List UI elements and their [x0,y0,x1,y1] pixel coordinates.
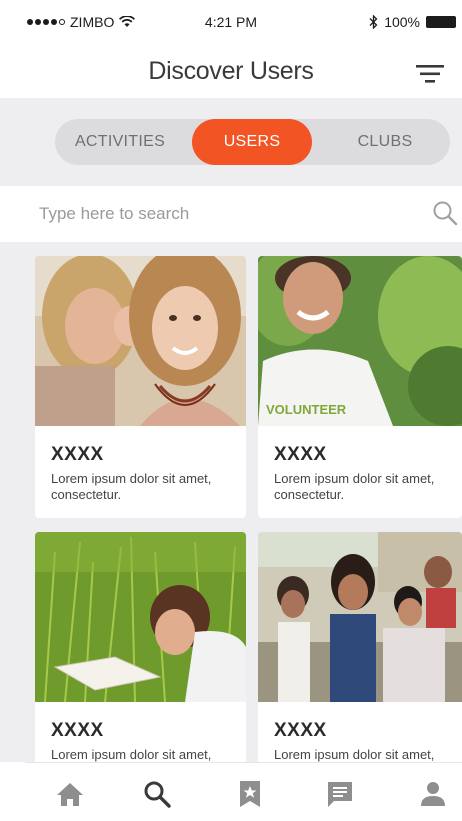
user-name: XXXX [274,720,327,741]
bluetooth-icon [369,15,378,29]
message-icon[interactable] [325,779,355,809]
user-description: Lorem ipsum dolor sit amet, consectetur. [274,471,435,502]
user-card[interactable]: VOLUNTEER XXXX Lorem ipsum dolor sit ame… [258,256,462,518]
filter-icon[interactable] [416,63,444,85]
battery-percent: 100% [384,14,420,30]
user-card[interactable]: XXXX Lorem ipsum dolor sit amet, consect… [35,256,246,518]
app-screen: ZIMBO 4:21 PM 100% Discover Users ACTIVI… [0,0,462,821]
nav-bar: Discover Users [0,44,462,99]
bottom-tab-bar [25,762,462,821]
segmented-control: ACTIVITIES USERS CLUBS [55,119,450,165]
badge-icon[interactable] [235,779,265,809]
search-icon[interactable] [432,200,458,226]
status-bar: ZIMBO 4:21 PM 100% [0,0,462,44]
user-card[interactable]: XXXX Lorem ipsum dolor sit amet, consect… [35,532,246,762]
home-icon[interactable] [55,779,85,809]
user-description: Lorem ipsum dolor sit amet, consectetur. [51,471,212,502]
user-name: XXXX [51,444,104,465]
user-photo [258,532,462,702]
user-photo [35,256,246,426]
segment-area: ACTIVITIES USERS CLUBS [0,98,462,186]
user-description: Lorem ipsum dolor sit amet, consectetur. [51,747,212,762]
search-input[interactable] [39,200,419,228]
users-grid: XXXX Lorem ipsum dolor sit amet, consect… [0,242,462,762]
search-tab-icon[interactable] [142,779,172,809]
page-title: Discover Users [148,57,314,85]
user-card[interactable]: XXXX Lorem ipsum dolor sit amet, consect… [258,532,462,762]
status-battery-group: 100% [369,14,456,30]
user-photo [35,532,246,702]
user-name: XXXX [274,444,327,465]
search-bar [25,186,462,242]
battery-icon [426,16,456,28]
tab-clubs[interactable]: CLUBS [325,119,445,165]
tab-users[interactable]: USERS [192,119,312,165]
shirt-print-text: VOLUNTEER [266,402,347,417]
user-name: XXXX [51,720,104,741]
user-description: Lorem ipsum dolor sit amet, consectetur. [274,747,435,762]
user-photo: VOLUNTEER [258,256,462,426]
tab-activities[interactable]: ACTIVITIES [55,119,185,165]
profile-icon[interactable] [418,779,448,809]
